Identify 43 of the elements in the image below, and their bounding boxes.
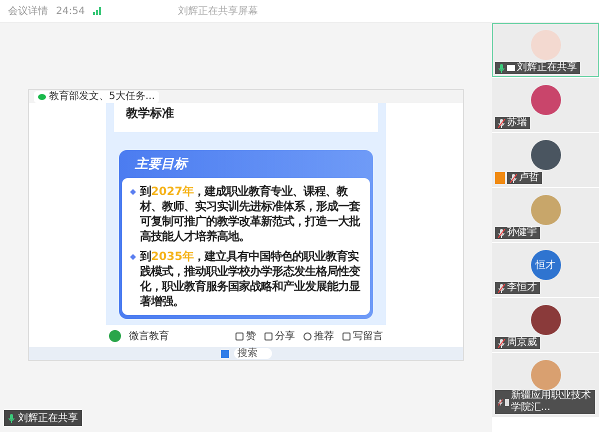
participant-tile[interactable]: 恒才 李恒才 [492,243,599,297]
goal-text: 到2035年，建立具有中国特色的职业教育实践模式，推动职业学校办学形态发生格局性变化，职业教育服务国家战略和产业发展能力显著增强。 [140,249,362,309]
account-name[interactable]: 微言教育 [129,329,169,343]
heart-button[interactable]: 推荐 [303,329,334,343]
participant-name: 孙健宇 [495,227,540,239]
mic-icon [498,64,505,72]
browser-tab[interactable]: 教育部发文、5大任务... [34,90,159,102]
comment-button[interactable]: 写留言 [342,329,383,343]
muted-mic-icon [510,174,517,182]
article-heading: 教学标准 [114,103,378,132]
participant-tile[interactable]: 苏瑞 [492,78,599,132]
bullet-icon [130,189,136,195]
bullet-icon [130,254,136,260]
thumbs-up-button[interactable]: 赞 [235,329,256,343]
participant-name: 苏瑞 [495,117,530,129]
participant-tile[interactable]: 孙健宇 [492,188,599,242]
screen-icon [504,398,509,406]
sharing-badge: 刘辉正在共享 [4,410,82,426]
share-button[interactable]: 分享 [264,329,295,343]
signal-icon [92,7,102,15]
participant-name: 李恒才 [495,282,540,294]
sharing-notice: 刘辉正在共享屏幕 [178,4,258,18]
card-title: 主要目标 [134,156,190,174]
participant-tile[interactable]: 新疆应用职业技术学院汇... [492,353,599,417]
participant-name: 周京威 [495,337,540,349]
meeting-duration: 24:54 [56,6,85,16]
participant-tile[interactable]: 刘辉正在共享 [492,23,599,77]
muted-mic-icon [498,338,505,348]
muted-mic-icon [498,398,503,406]
muted-mic-icon [498,228,505,238]
participant-name: 卢哲 [507,172,542,184]
muted-mic-icon [498,284,505,292]
goal-text: 到2027年，建成职业教育专业、课程、教材、教师、实习实训先进标准体系，形成一套可复制可推广的教学改革新范式，打造一大批高技能人才培养高地。 [140,184,362,244]
mic-icon [8,414,15,422]
avatar: 恒才 [530,250,560,280]
account-logo-icon [109,330,121,342]
taskbar-search[interactable]: 搜索 [234,348,272,359]
screen-share-icon [507,64,515,72]
participant-tile[interactable]: 周京威 [492,298,599,352]
participant-name: 刘辉正在共享 [495,62,580,74]
participant-tile[interactable]: 卢哲 [492,133,599,187]
participant-name: 新疆应用职业技术学院汇... [495,390,595,414]
muted-mic-icon [498,118,505,128]
